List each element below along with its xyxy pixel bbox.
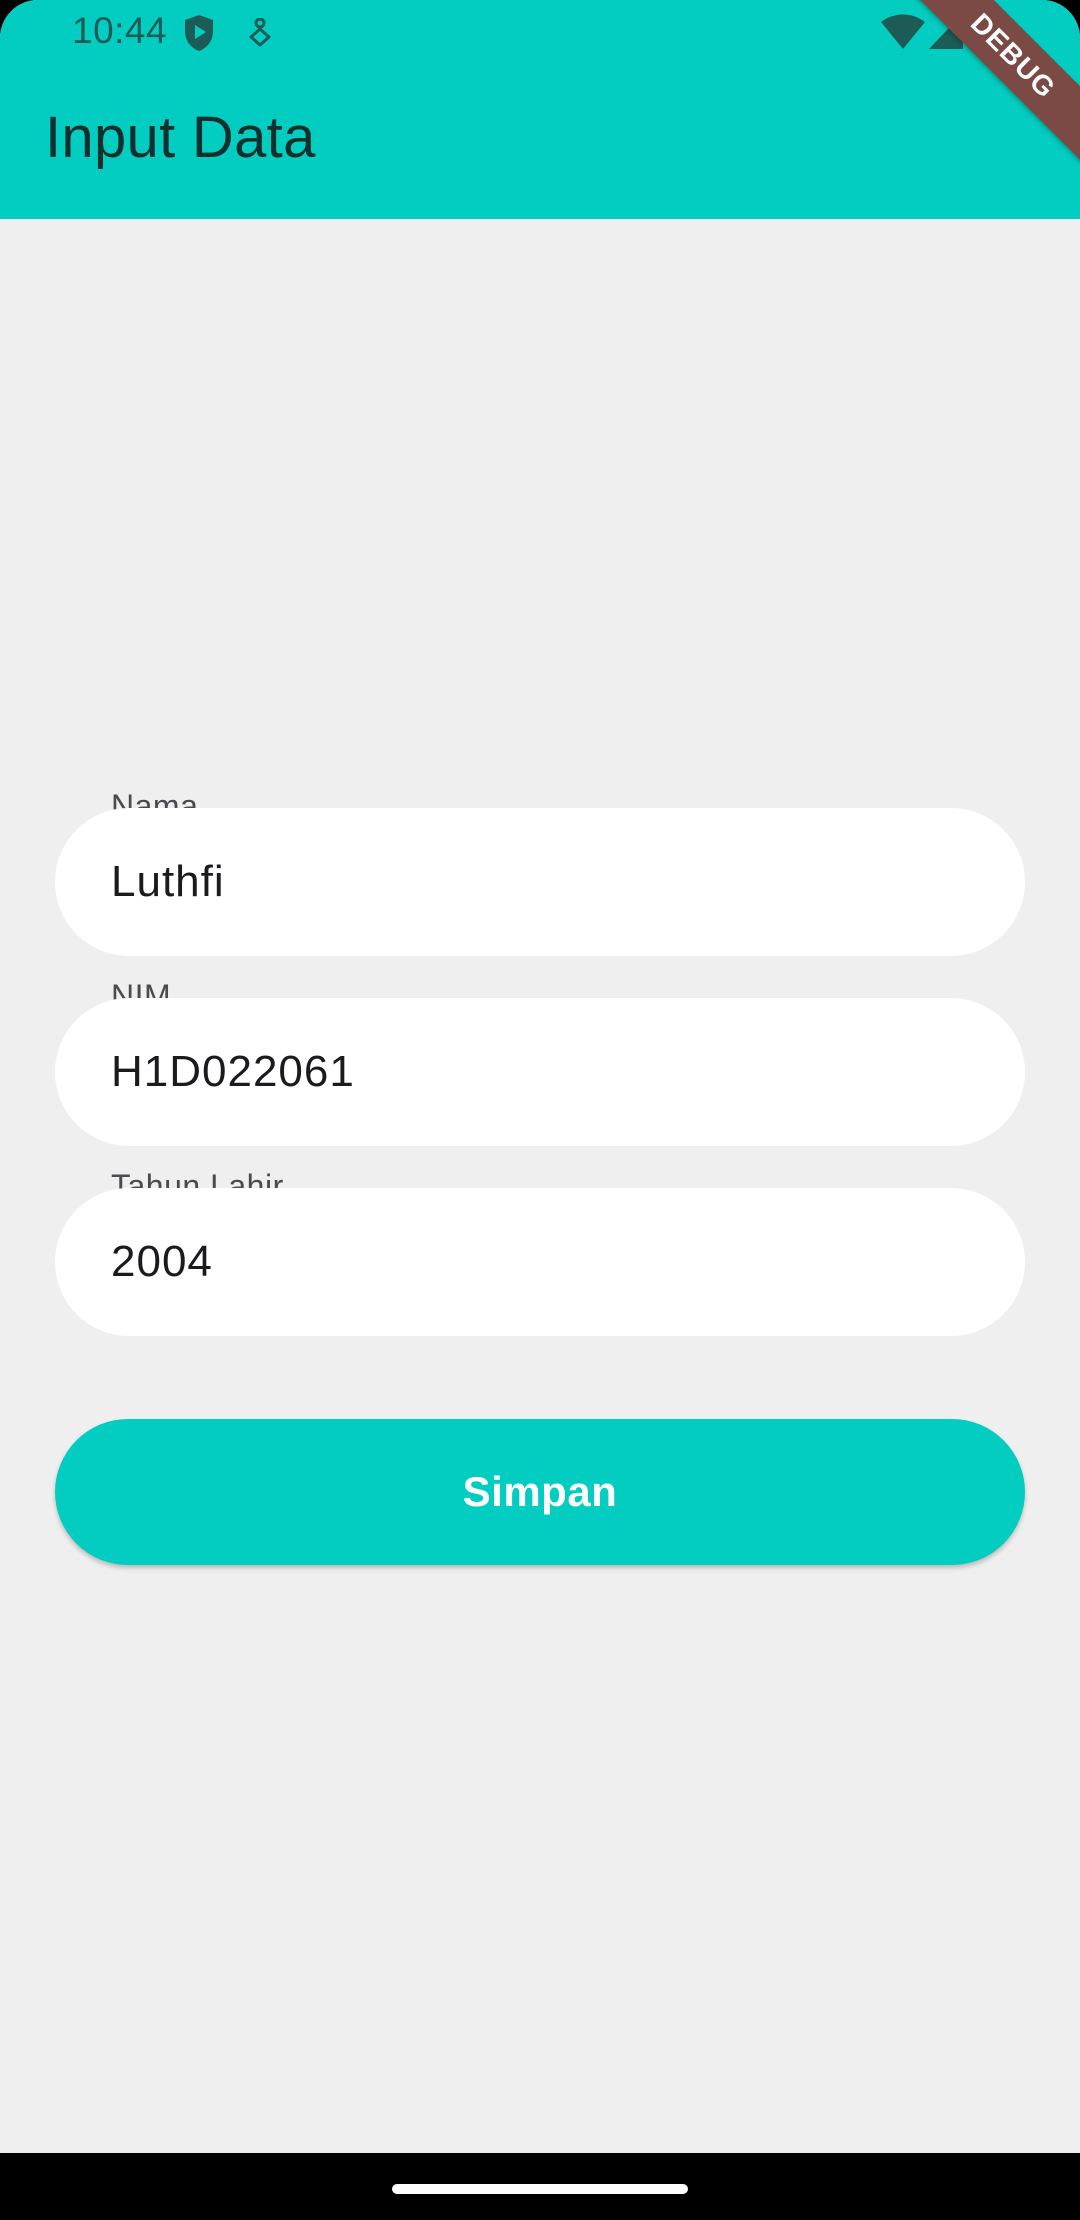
wifi-icon: [881, 14, 925, 49]
navigation-bar: [0, 2153, 1080, 2220]
home-gesture-handle[interactable]: [392, 2184, 688, 2194]
play-protect-icon: [185, 15, 213, 51]
save-button[interactable]: Simpan: [55, 1419, 1025, 1565]
status-time: 10:44: [72, 10, 168, 51]
status-bar: 10:44: [0, 0, 1080, 64]
page-title: Input Data: [45, 105, 316, 170]
nama-input[interactable]: Luthfi: [55, 808, 1025, 956]
app-bar: 10:44 Input Data DEBUG: [0, 0, 1080, 219]
accessibility-icon: [249, 18, 271, 47]
tahun-lahir-input[interactable]: 2004: [55, 1188, 1025, 1336]
nim-input[interactable]: H1D022061: [55, 998, 1025, 1146]
app-screen: 10:44 Input Data DEBUG Nama Luthfi NIM H…: [0, 0, 1080, 2220]
